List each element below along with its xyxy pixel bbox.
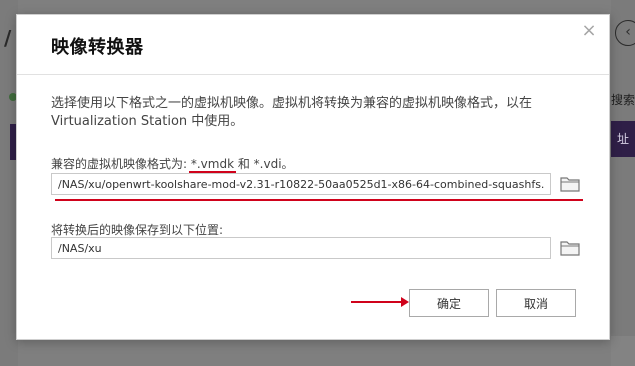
background-left-glyph: / bbox=[4, 26, 12, 50]
compat-format-label: 兼容的虚拟机映像格式为: *.vmdk 和 *.vdi。 bbox=[51, 155, 294, 172]
source-image-path-input[interactable] bbox=[51, 173, 551, 195]
background-bottom-strip bbox=[611, 336, 635, 366]
background-address-tab: 址 bbox=[611, 121, 635, 157]
background-back-icon[interactable]: ‹ bbox=[615, 20, 635, 46]
close-icon[interactable]: × bbox=[579, 21, 599, 41]
save-location-label: 将转换后的映像保存到以下位置: bbox=[51, 223, 224, 237]
dialog-title: 映像转换器 bbox=[51, 37, 144, 58]
annotation-underline bbox=[55, 199, 583, 201]
browse-source-folder-icon[interactable] bbox=[560, 175, 580, 193]
dialog-header: 映像转换器 × bbox=[17, 15, 609, 75]
destination-path-input[interactable] bbox=[51, 237, 551, 259]
browse-destination-folder-icon[interactable] bbox=[560, 239, 580, 257]
compat-format-suffix: 。 bbox=[281, 157, 294, 171]
dialog-description: 选择使用以下格式之一的虚拟机映像。虚拟机将转换为兼容的虚拟机映像格式，以在 Vi… bbox=[51, 96, 533, 129]
annotation-arrow-icon bbox=[351, 297, 409, 307]
format-vmdk: *.vmdk bbox=[190, 157, 235, 171]
background-search-label: 搜索 bbox=[610, 93, 635, 107]
compat-format-prefix: 兼容的虚拟机映像格式为: bbox=[51, 157, 191, 171]
background-right-panel: ‹ 搜索 址 bbox=[611, 0, 635, 366]
ok-button[interactable]: 确定 bbox=[409, 289, 489, 317]
cancel-button[interactable]: 取消 bbox=[496, 289, 576, 317]
format-vdi: *.vdi bbox=[253, 157, 282, 171]
image-converter-dialog: 映像转换器 × 选择使用以下格式之一的虚拟机映像。虚拟机将转换为兼容的虚拟机映像… bbox=[16, 14, 610, 340]
compat-format-mid: 和 bbox=[234, 157, 254, 171]
